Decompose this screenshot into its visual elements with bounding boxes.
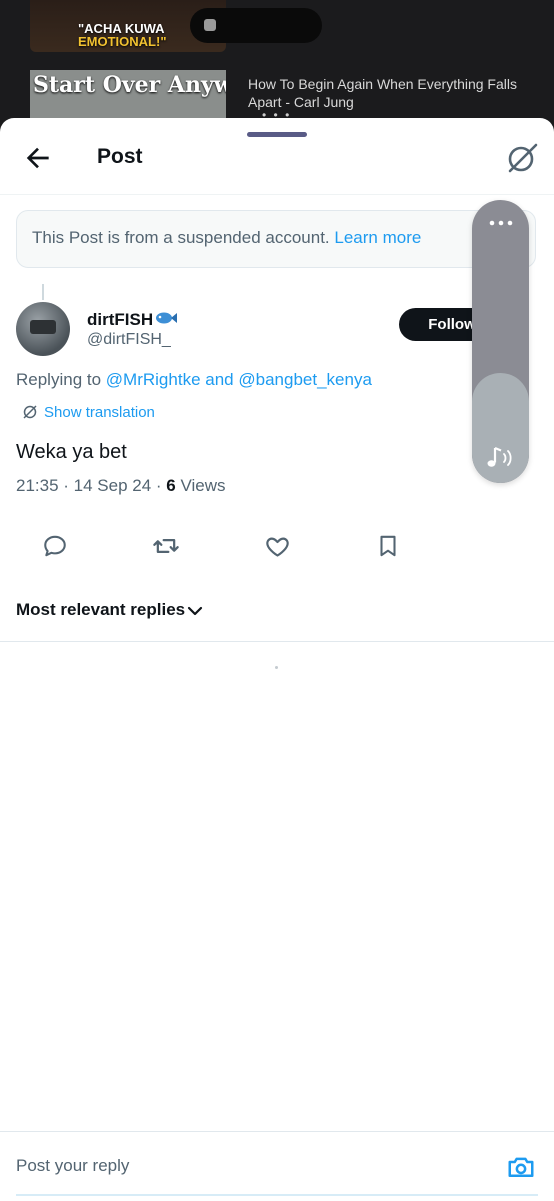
grok-button[interactable] <box>504 140 540 176</box>
repost-button[interactable] <box>146 526 186 566</box>
display-name[interactable]: dirtFISH <box>87 310 153 330</box>
thumbnail-caption: "ACHA KUWA EMOTIONAL!" <box>78 21 167 49</box>
video-title[interactable]: How To Begin Again When Everything Falls… <box>248 75 518 111</box>
suspended-notice: This Post is from a suspended account. L… <box>16 210 536 268</box>
views-count: 6 <box>166 476 176 495</box>
replying-to: Replying to @MrRightke and @bangbet_keny… <box>16 370 372 389</box>
action-bar <box>0 526 554 566</box>
loading-indicator <box>275 666 278 669</box>
divider <box>0 641 554 642</box>
header: Post <box>0 118 554 195</box>
post-meta: 21:35 · 14 Sep 24 · 6 Views <box>16 476 226 496</box>
back-button[interactable] <box>22 142 54 174</box>
reply-input[interactable]: Post your reply <box>16 1156 129 1176</box>
chevron-down-icon[interactable] <box>186 602 204 620</box>
post-sheet: Post This Post is from a suspended accou… <box>0 118 554 1201</box>
learn-more-link[interactable]: Learn more <box>334 228 421 247</box>
repost-icon <box>153 539 179 553</box>
views-label: Views <box>180 476 226 495</box>
mention-link[interactable]: @bangbet_kenya <box>238 370 372 389</box>
reply-composer: Post your reply <box>0 1131 554 1201</box>
camera-button[interactable] <box>506 1152 536 1182</box>
heart-icon <box>265 537 289 557</box>
post-text: Weka ya bet <box>16 441 127 463</box>
bookmark-button[interactable] <box>368 526 408 566</box>
grok-icon <box>508 143 538 173</box>
music-note-icon <box>487 446 512 467</box>
translate-icon <box>23 405 37 419</box>
show-translation-button[interactable]: Show translation <box>22 404 155 421</box>
notice-text: This Post is from a suspended account. <box>32 228 330 247</box>
mention-link[interactable]: @MrRightke <box>106 370 201 389</box>
reply-button[interactable] <box>35 526 75 566</box>
reply-input-underline <box>16 1194 538 1196</box>
thread-connector <box>42 284 44 300</box>
user-handle[interactable]: @dirtFISH_ <box>87 331 171 349</box>
reply-icon <box>44 535 66 557</box>
post-timestamp: 21:35 · 14 Sep 24 · <box>16 476 162 495</box>
thumbnail-overlay-text: Start Over Anyway <box>33 72 226 98</box>
page-title: Post <box>97 145 143 168</box>
more-horizontal-icon[interactable] <box>488 218 514 228</box>
camera-icon <box>508 1157 534 1177</box>
fish-icon <box>156 312 177 324</box>
like-button[interactable] <box>257 526 297 566</box>
camera-cutout-pill <box>190 8 322 43</box>
avatar[interactable] <box>16 302 70 356</box>
replies-sort-dropdown[interactable]: Most relevant replies <box>16 600 185 620</box>
arrow-left-icon <box>26 147 49 169</box>
volume-slider[interactable] <box>472 200 529 483</box>
bookmark-icon <box>380 535 396 557</box>
